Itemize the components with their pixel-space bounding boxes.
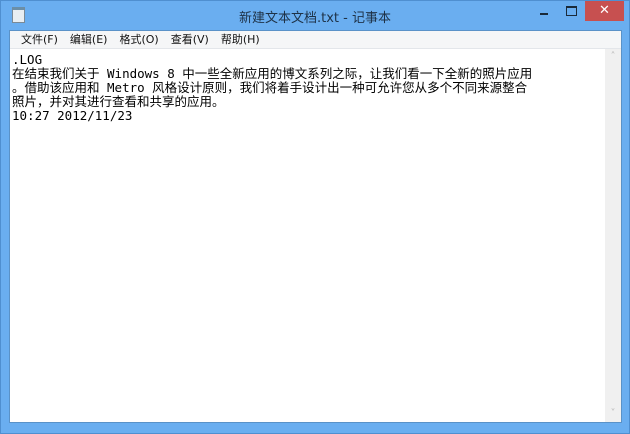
vertical-scrollbar[interactable]: ˄ ˅: [605, 49, 621, 422]
scroll-up-icon[interactable]: ˄: [605, 49, 621, 65]
text-line: 。借助该应用和 Metro 风格设计原则，我们将着手设计出一种可允许您从多个不同…: [12, 80, 528, 95]
client-area: 文件(F) 编辑(E) 格式(O) 查看(V) 帮助(H) .LOG 在结束我们关…: [9, 30, 622, 423]
menu-view[interactable]: 查看(V): [165, 31, 215, 48]
minimize-button[interactable]: [531, 1, 557, 21]
text-line: 照片，并对其进行查看和共享的应用。: [12, 94, 225, 109]
scroll-down-icon[interactable]: ˅: [605, 406, 621, 422]
text-editor[interactable]: .LOG 在结束我们关于 Windows 8 中一些全新应用的博文系列之际，让我们…: [10, 49, 606, 422]
notepad-window: 新建文本文档.txt - 记事本 ✕ 文件(F) 编辑(E) 格式(O) 查看(…: [0, 0, 630, 434]
menu-bar: 文件(F) 编辑(E) 格式(O) 查看(V) 帮助(H): [10, 31, 621, 49]
menu-file[interactable]: 文件(F): [15, 31, 64, 48]
title-bar[interactable]: 新建文本文档.txt - 记事本 ✕: [1, 1, 629, 30]
menu-format[interactable]: 格式(O): [113, 31, 164, 48]
maximize-button[interactable]: [558, 1, 584, 21]
menu-edit[interactable]: 编辑(E): [64, 31, 114, 48]
close-button[interactable]: ✕: [585, 1, 624, 21]
text-line: 10:27 2012/11/23: [12, 108, 133, 123]
menu-help[interactable]: 帮助(H): [215, 31, 266, 48]
text-line: .LOG: [12, 52, 43, 67]
text-line: 在结束我们关于 Windows 8 中一些全新应用的博文系列之际，让我们看一下全…: [12, 66, 533, 81]
